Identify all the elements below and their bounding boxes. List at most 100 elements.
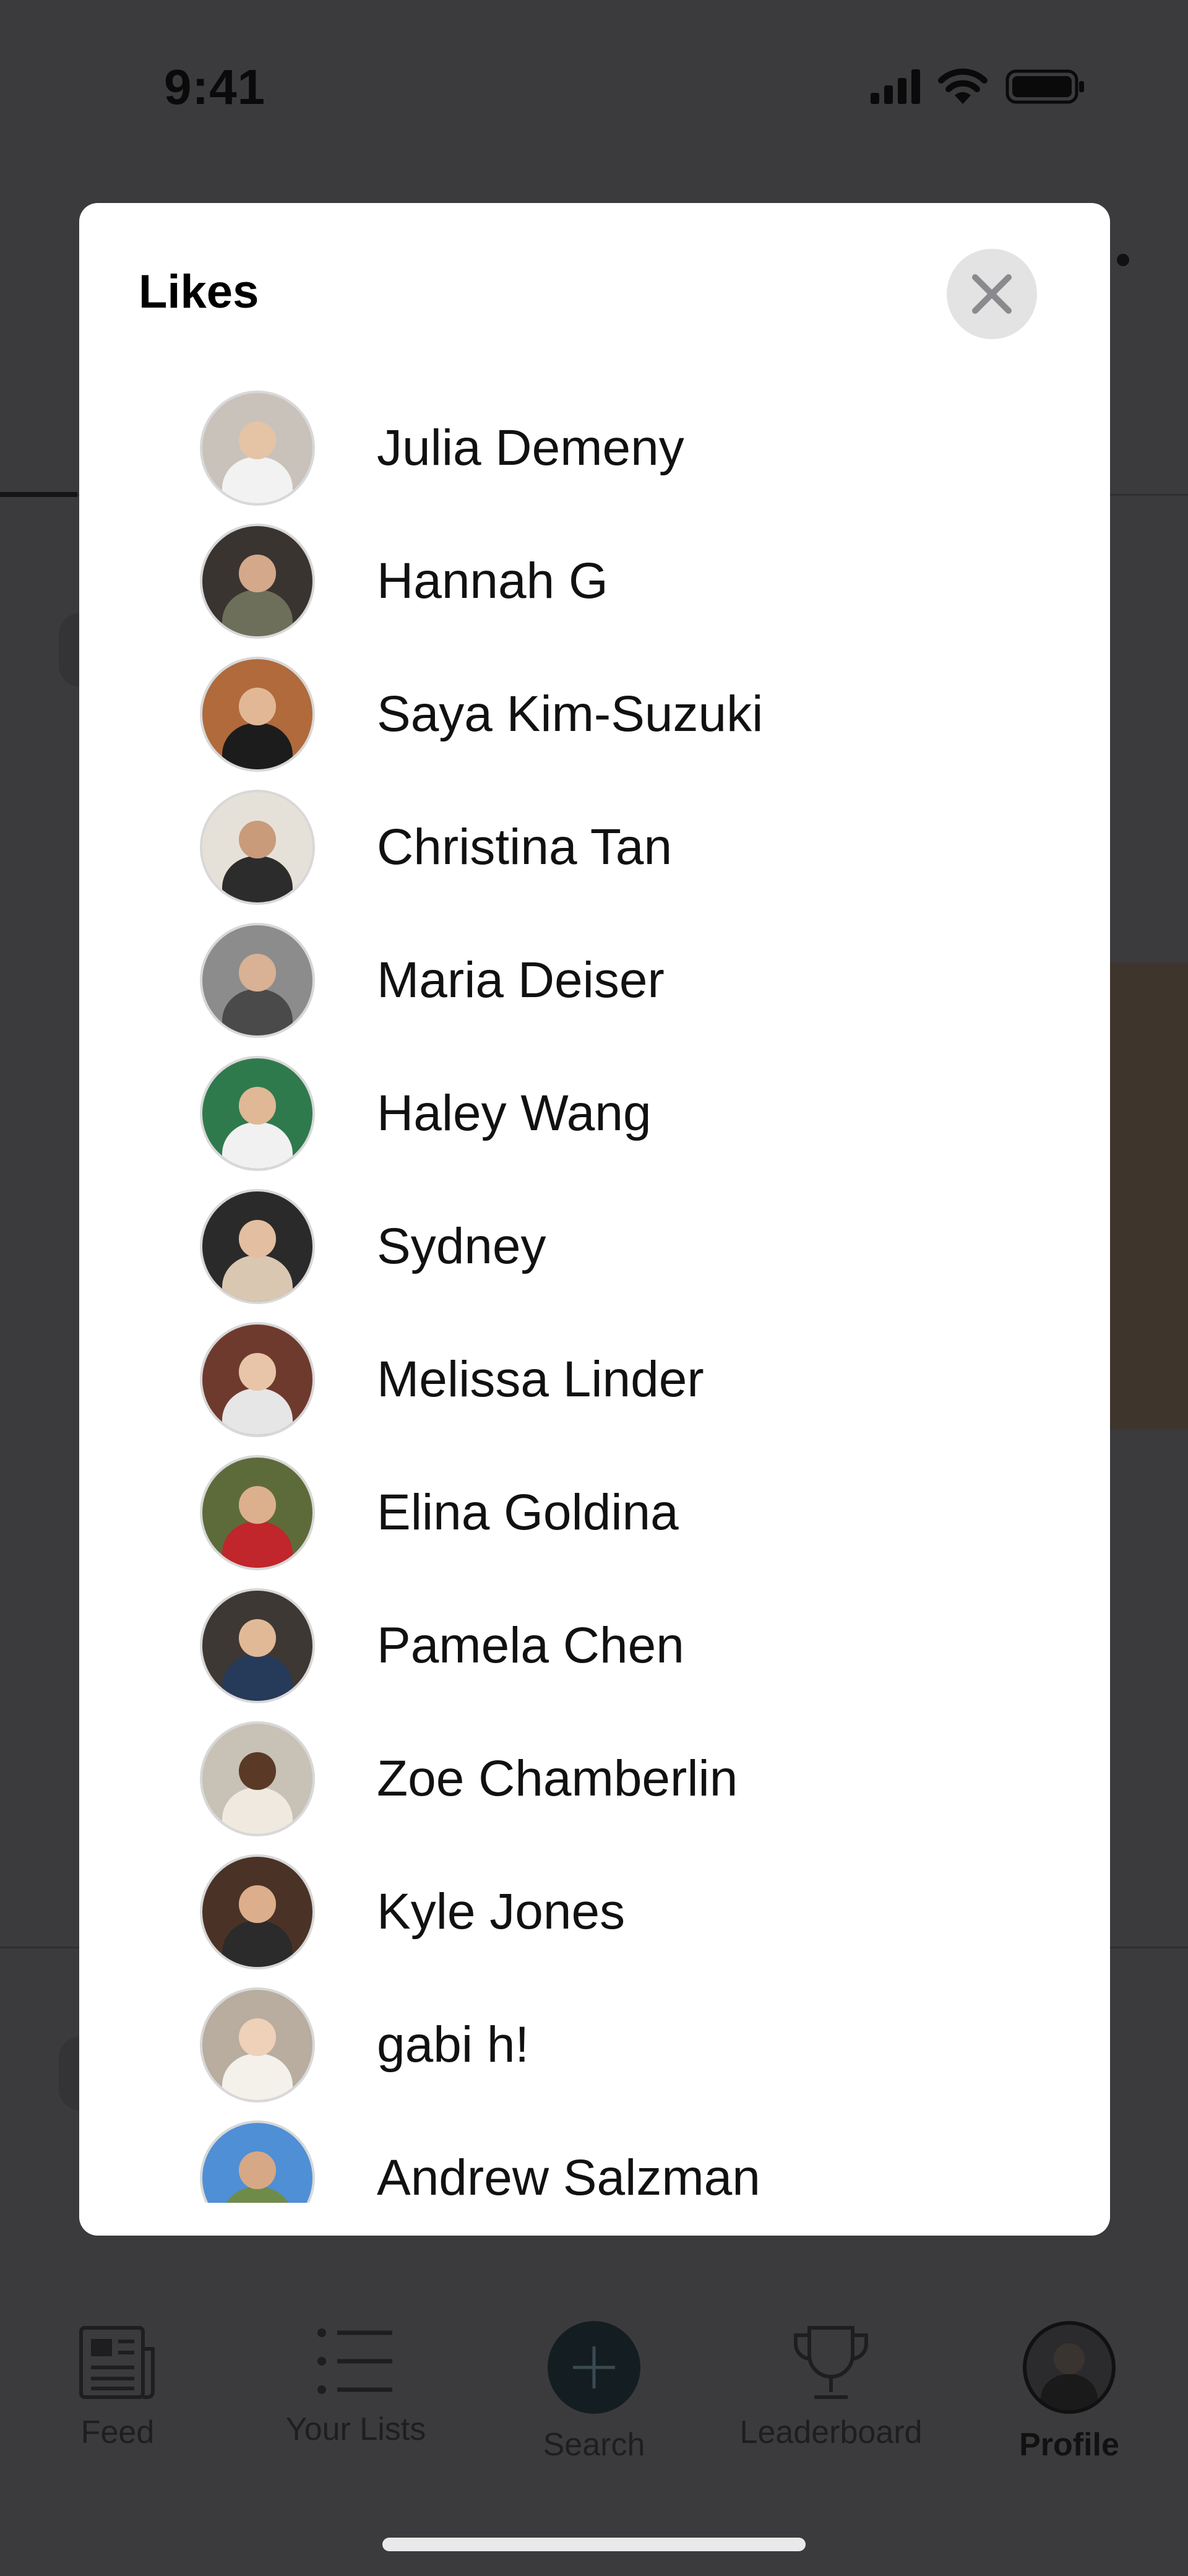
tab-label-leaderboard: Leaderboard: [739, 2414, 923, 2450]
avatar-head: [238, 1220, 277, 1258]
avatar[interactable]: [200, 1588, 315, 1703]
user-name[interactable]: Christina Tan: [377, 818, 672, 876]
user-name[interactable]: Melissa Linder: [377, 1351, 704, 1409]
list-icon: [317, 2328, 392, 2394]
avatar-body: [222, 1787, 293, 1834]
avatar[interactable]: [200, 391, 315, 506]
avatar-head: [238, 688, 277, 725]
status-icons: [871, 68, 1086, 105]
like-row[interactable]: Hannah G: [200, 519, 608, 643]
avatar-body: [222, 989, 293, 1035]
avatar-head: [238, 1885, 277, 1923]
modal-title: Likes: [139, 266, 259, 318]
like-row[interactable]: Sydney: [200, 1185, 546, 1308]
like-row[interactable]: Andrew Salzman: [200, 2116, 760, 2203]
search-add-button[interactable]: [548, 2321, 640, 2414]
like-row[interactable]: Julia Demeny: [200, 386, 684, 510]
tab-search[interactable]: Search: [495, 2290, 693, 2463]
avatar-body: [222, 1388, 293, 1435]
avatar[interactable]: [200, 923, 315, 1038]
avatar-body: [222, 457, 293, 503]
plus-icon: [573, 2346, 615, 2388]
avatar[interactable]: [200, 1854, 315, 1969]
avatar-head: [238, 1353, 277, 1391]
like-row[interactable]: Saya Kim-Suzuki: [200, 652, 763, 776]
wifi-icon: [937, 68, 988, 105]
user-name[interactable]: Kyle Jones: [377, 1883, 625, 1941]
avatar-body: [222, 1122, 293, 1169]
avatar-body: [222, 1654, 293, 1701]
tab-label-feed: Feed: [80, 2414, 155, 2450]
avatar-body: [222, 1521, 293, 1568]
likes-list[interactable]: Julia Demeny Hannah G Saya Kim-Suzuki Chris…: [79, 386, 1110, 2203]
user-name[interactable]: Zoe Chamberlin: [377, 1750, 738, 1808]
avatar-body: [222, 1921, 293, 1967]
tab-profile[interactable]: Profile: [970, 2290, 1168, 2463]
user-name[interactable]: Sydney: [377, 1217, 546, 1276]
avatar-head: [238, 421, 277, 459]
avatar-head: [238, 954, 277, 992]
user-name[interactable]: Maria Deiser: [377, 951, 665, 1009]
user-name[interactable]: Hannah G: [377, 552, 608, 610]
tab-label-your-lists: Your Lists: [285, 2411, 426, 2447]
user-name[interactable]: Andrew Salzman: [377, 2149, 760, 2203]
avatar[interactable]: [200, 2120, 315, 2203]
like-row[interactable]: Melissa Linder: [200, 1318, 704, 1441]
background-tab-indicator: [0, 492, 77, 497]
like-row[interactable]: Elina Goldina: [200, 1451, 679, 1575]
avatar-head: [238, 1619, 277, 1657]
user-name[interactable]: Julia Demeny: [377, 419, 684, 477]
tab-bar: Feed Your Lists Search Leaderboard Profi…: [0, 2290, 1188, 2476]
avatar-body: [222, 1255, 293, 1302]
likes-modal: Likes Julia Demeny Hannah G Saya Kim-Suzuk…: [79, 203, 1110, 2236]
user-name[interactable]: Saya Kim-Suzuki: [377, 685, 763, 743]
avatar-head: [238, 821, 277, 858]
like-row[interactable]: Christina Tan: [200, 785, 672, 909]
user-name[interactable]: Pamela Chen: [377, 1617, 684, 1675]
avatar[interactable]: [200, 1455, 315, 1570]
tab-label-profile: Profile: [1019, 2427, 1119, 2463]
like-row[interactable]: Kyle Jones: [200, 1850, 625, 1974]
avatar-body: [222, 2187, 293, 2203]
like-row[interactable]: Haley Wang: [200, 1052, 652, 1175]
avatar[interactable]: [200, 657, 315, 772]
cellular-signal-icon: [871, 69, 920, 104]
background-more-dot: [1117, 254, 1129, 266]
avatar-head: [238, 1087, 277, 1125]
avatar[interactable]: [200, 1056, 315, 1171]
avatar[interactable]: [200, 790, 315, 905]
avatar-head: [238, 1486, 277, 1524]
background-post-photo: [1108, 962, 1188, 1430]
tab-leaderboard[interactable]: Leaderboard: [732, 2290, 930, 2451]
avatar[interactable]: [200, 524, 315, 639]
like-row[interactable]: Zoe Chamberlin: [200, 1717, 738, 1841]
avatar-body: [222, 590, 293, 636]
battery-icon: [1005, 68, 1086, 105]
avatar[interactable]: [200, 1189, 315, 1304]
avatar[interactable]: [200, 1987, 315, 2103]
user-name[interactable]: Elina Goldina: [377, 1484, 679, 1542]
close-x-icon: [972, 274, 1012, 314]
user-name[interactable]: Haley Wang: [377, 1084, 652, 1143]
avatar-head: [238, 555, 277, 592]
feed-icon: [79, 2326, 155, 2399]
user-name[interactable]: gabi h!: [377, 2016, 529, 2074]
tab-label-search: Search: [543, 2427, 645, 2463]
close-button[interactable]: [947, 249, 1037, 339]
avatar-body: [222, 723, 293, 769]
avatar-head: [238, 2151, 277, 2189]
avatar-head: [238, 1752, 277, 1790]
like-row[interactable]: Pamela Chen: [200, 1584, 684, 1708]
avatar[interactable]: [200, 1721, 315, 1836]
like-row[interactable]: gabi h!: [200, 1983, 529, 2107]
like-row[interactable]: Maria Deiser: [200, 918, 665, 1042]
home-indicator: [382, 2538, 806, 2551]
avatar[interactable]: [200, 1322, 315, 1437]
profile-avatar: [1023, 2321, 1116, 2414]
tab-feed[interactable]: Feed: [19, 2290, 217, 2451]
tab-your-lists[interactable]: Your Lists: [257, 2290, 455, 2448]
avatar-body: [222, 2054, 293, 2100]
trophy-icon: [794, 2326, 868, 2399]
avatar-body: [222, 856, 293, 902]
status-time: 9:41: [164, 59, 266, 115]
